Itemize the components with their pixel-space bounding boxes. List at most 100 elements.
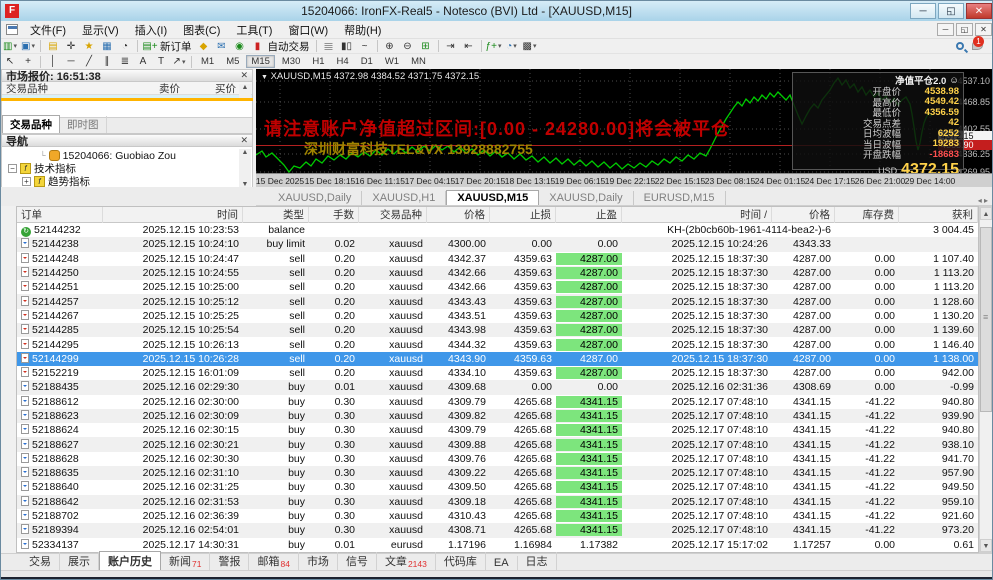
menu-item-2[interactable]: 插入(I) <box>127 22 175 38</box>
text-tool-icon[interactable]: A <box>135 55 151 69</box>
notifications-icon[interactable]: 1 <box>972 40 986 53</box>
terminal-tab-0[interactable]: 交易 <box>21 552 60 570</box>
terminal-tab-3[interactable]: 新闻71 <box>161 552 210 570</box>
minimize-button[interactable]: ─ <box>910 3 936 19</box>
history-row-52144257[interactable]: 521442572025.12.15 10:25:12sell0.20xauus… <box>17 294 978 308</box>
history-col-8[interactable]: 时间 / <box>622 207 772 223</box>
chart-tab-1[interactable]: XAUUSD,H1 <box>362 191 446 205</box>
scroll-up-icon[interactable]: ▲ <box>980 207 992 220</box>
new-order-button[interactable]: 新订单 <box>160 39 192 54</box>
terminal-tab-10[interactable]: EA <box>486 556 518 570</box>
history-row-52188635[interactable]: 521886352025.12.16 02:31:10buy0.30xauusd… <box>17 466 978 480</box>
menu-item-6[interactable]: 帮助(H) <box>336 22 389 38</box>
child-minimize-button[interactable]: ─ <box>937 23 954 36</box>
history-col-5[interactable]: 价格 <box>427 207 490 223</box>
history-col-0[interactable]: 订单 <box>17 207 103 223</box>
message-icon[interactable]: ✉ <box>214 39 230 53</box>
terminal-tab-11[interactable]: 日志 <box>518 552 557 570</box>
templates-icon[interactable]: ▩▾ <box>522 39 538 53</box>
metaeditor-icon[interactable]: ◆ <box>196 39 212 53</box>
timeframe-h1[interactable]: H1 <box>307 55 329 68</box>
timeframe-d1[interactable]: D1 <box>356 55 378 68</box>
globe-icon[interactable]: ◉ <box>232 39 248 53</box>
terminal-toggle-icon[interactable]: ▦ <box>99 39 115 53</box>
horizontal-line-tool-icon[interactable]: ─ <box>63 55 79 69</box>
terminal-tab-1[interactable]: 展示 <box>60 552 99 570</box>
history-row-52334137[interactable]: 523341372025.12.17 14:30:31buy0.01eurusd… <box>17 538 978 552</box>
line-chart-icon[interactable]: ~ <box>357 39 373 53</box>
crosshair-tool-icon[interactable]: + <box>20 55 36 69</box>
chart-tab-4[interactable]: EURUSD,M15 <box>634 191 726 205</box>
history-row-52144238[interactable]: 521442382025.12.15 10:24:10buy limit0.02… <box>17 237 978 251</box>
chart-tab-2[interactable]: XAUUSD,M15 <box>446 190 539 205</box>
tile-windows-icon[interactable]: ⊞ <box>418 39 434 53</box>
terminal-tab-6[interactable]: 市场 <box>299 552 338 570</box>
history-col-1[interactable]: 时间 <box>103 207 243 223</box>
market-watch-toggle-icon[interactable]: ▤ <box>45 39 61 53</box>
timeframe-h4[interactable]: H4 <box>332 55 354 68</box>
new-order-icon[interactable]: ▤+ <box>142 39 158 53</box>
child-chart-icon[interactable] <box>6 24 18 35</box>
history-col-7[interactable]: 止盈 <box>556 207 622 223</box>
history-col-3[interactable]: 手数 <box>309 207 359 223</box>
history-row-52144299[interactable]: 521442992025.12.15 10:26:28sell0.20xauus… <box>17 352 978 366</box>
menu-item-0[interactable]: 文件(F) <box>22 22 74 38</box>
history-row-52144285[interactable]: 521442852025.12.15 10:25:54sell0.20xauus… <box>17 323 978 337</box>
timeframe-m1[interactable]: M1 <box>196 55 219 68</box>
autotrading-icon[interactable]: ▮ <box>250 39 266 53</box>
scroll-down-icon[interactable]: ▼ <box>980 539 992 552</box>
history-col-10[interactable]: 库存费 <box>835 207 899 223</box>
timeframe-mn[interactable]: MN <box>406 55 431 68</box>
child-close-button[interactable]: ✕ <box>975 23 992 36</box>
history-row-52144251[interactable]: 521442512025.12.15 10:25:00sell0.20xauus… <box>17 280 978 294</box>
history-row-52188612[interactable]: 521886122025.12.16 02:30:00buy0.30xauusd… <box>17 395 978 409</box>
zoom-in-icon[interactable]: ⊕ <box>382 39 398 53</box>
terminal-tab-9[interactable]: 代码库 <box>436 552 486 570</box>
chart-tab-0[interactable]: XAUUSD,Daily <box>268 191 362 205</box>
arrows-tool-icon[interactable]: ↗▾ <box>171 55 187 69</box>
history-col-6[interactable]: 止损 <box>490 207 556 223</box>
menu-item-5[interactable]: 窗口(W) <box>280 22 336 38</box>
channel-tool-icon[interactable]: ∥ <box>99 55 115 69</box>
history-row-52188623[interactable]: 521886232025.12.16 02:30:09buy0.30xauusd… <box>17 409 978 423</box>
history-row-52188628[interactable]: 521886282025.12.16 02:30:30buy0.30xauusd… <box>17 452 978 466</box>
zoom-out-icon[interactable]: ⊖ <box>400 39 416 53</box>
indicators-icon[interactable]: ƒ+▾ <box>486 39 502 53</box>
menu-item-1[interactable]: 显示(V) <box>74 22 127 38</box>
fibonacci-tool-icon[interactable]: ≣ <box>117 55 133 69</box>
profiles-icon[interactable]: ▣▾ <box>20 39 36 53</box>
history-row-52144232[interactable]: ↻521442322025.12.15 10:23:53balanceKH-(2… <box>17 223 978 237</box>
navigator-toggle-icon[interactable]: ★ <box>81 39 97 53</box>
market-watch-close-icon[interactable]: ✕ <box>240 70 248 81</box>
bar-chart-icon[interactable]: 𝄙 <box>321 39 337 53</box>
auto-scroll-icon[interactable]: ⇥ <box>443 39 459 53</box>
label-tool-icon[interactable]: T <box>153 55 169 69</box>
scrollbar-thumb[interactable] <box>980 227 992 412</box>
close-button[interactable]: ✕ <box>966 3 992 19</box>
tab-tick-chart[interactable]: 即时图 <box>60 116 107 133</box>
cursor-tool-icon[interactable]: ↖ <box>2 55 18 69</box>
history-col-11[interactable]: 获利 <box>899 207 978 223</box>
history-row-52188640[interactable]: 521886402025.12.16 02:31:25buy0.30xauusd… <box>17 480 978 494</box>
history-col-2[interactable]: 类型 <box>243 207 309 223</box>
chart-tab-3[interactable]: XAUUSD,Daily <box>539 191 633 205</box>
history-row-52189394[interactable]: 521893942025.12.16 02:54:01buy0.30xauusd… <box>17 523 978 537</box>
terminal-tab-4[interactable]: 警报 <box>210 552 249 570</box>
tab-symbols[interactable]: 交易品种 <box>2 115 60 133</box>
history-col-9[interactable]: 价格 <box>772 207 835 223</box>
history-row-52188627[interactable]: 521886272025.12.16 02:30:21buy0.30xauusd… <box>17 437 978 451</box>
vertical-line-tool-icon[interactable]: │ <box>45 55 61 69</box>
terminal-tab-5[interactable]: 邮箱84 <box>249 552 298 570</box>
history-col-4[interactable]: 交易品种 <box>359 207 427 223</box>
history-row-52144295[interactable]: 521442952025.12.15 10:26:13sell0.20xauus… <box>17 337 978 351</box>
terminal-tab-2[interactable]: 账户历史 <box>99 551 161 570</box>
child-restore-button[interactable]: ◱ <box>956 23 973 36</box>
timeframe-m15[interactable]: M15 <box>246 55 274 68</box>
time-axis[interactable]: 15 Dec 202515 Dec 18:1516 Dec 11:1517 De… <box>256 173 993 187</box>
history-row-52188624[interactable]: 521886242025.12.16 02:30:15buy0.30xauusd… <box>17 423 978 437</box>
chart-shift-icon[interactable]: ⇤ <box>461 39 477 53</box>
chart-area[interactable]: ▼ XAUUSD,M15 4372.98 4384.52 4371.75 437… <box>256 69 993 173</box>
history-row-52188702[interactable]: 521887022025.12.16 02:36:39buy0.30xauusd… <box>17 509 978 523</box>
terminal-tab-8[interactable]: 文章2143 <box>377 552 436 570</box>
new-chart-icon[interactable]: ▥▾ <box>2 39 18 53</box>
